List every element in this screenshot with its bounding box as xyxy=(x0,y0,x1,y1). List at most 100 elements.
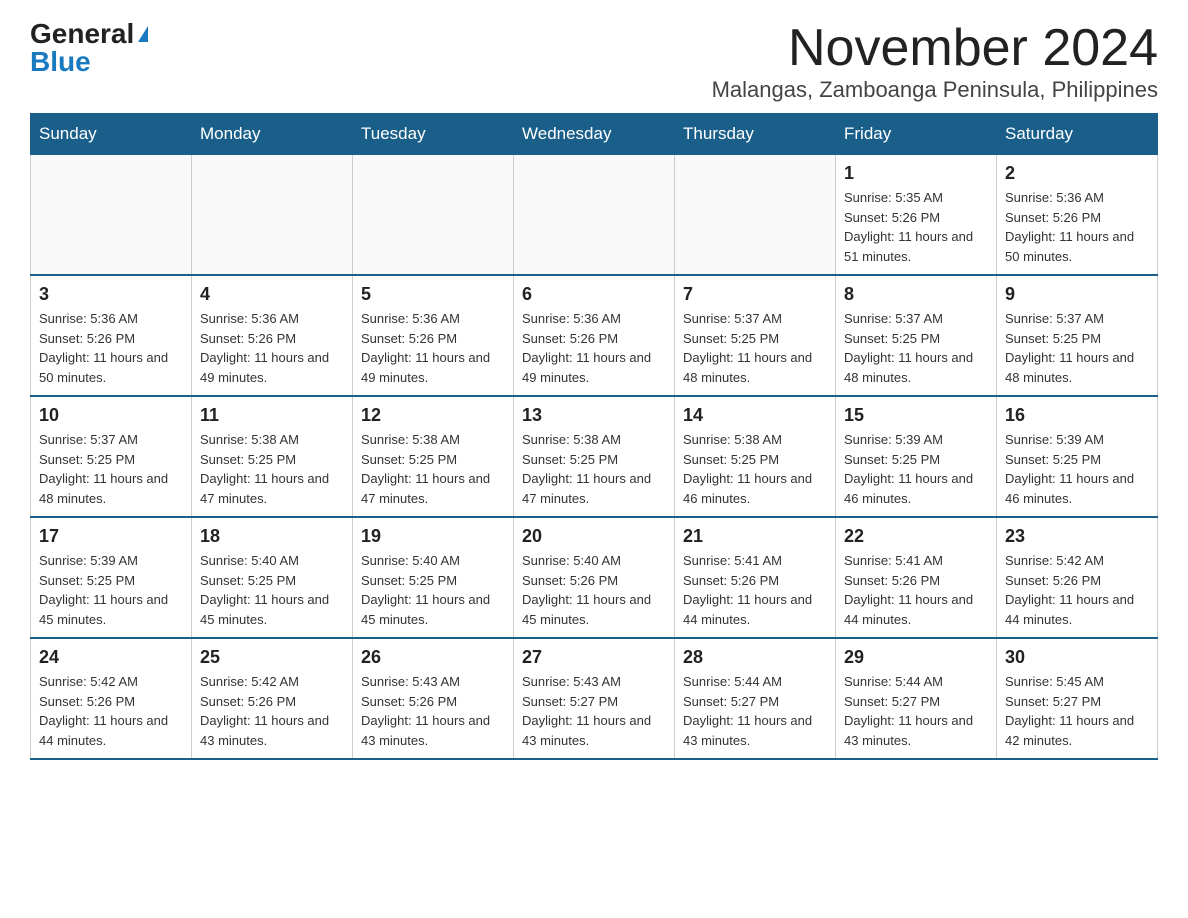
title-area: November 2024 Malangas, Zamboanga Penins… xyxy=(712,20,1158,103)
day-number: 8 xyxy=(844,284,988,305)
day-info: Sunrise: 5:45 AM Sunset: 5:27 PM Dayligh… xyxy=(1005,672,1149,750)
day-number: 24 xyxy=(39,647,183,668)
header-cell-monday: Monday xyxy=(192,114,353,155)
day-info: Sunrise: 5:35 AM Sunset: 5:26 PM Dayligh… xyxy=(844,188,988,266)
day-number: 9 xyxy=(1005,284,1149,305)
day-number: 10 xyxy=(39,405,183,426)
week-row-2: 10 Sunrise: 5:37 AM Sunset: 5:25 PM Dayli… xyxy=(31,396,1158,517)
calendar-table: SundayMondayTuesdayWednesdayThursdayFrid… xyxy=(30,113,1158,760)
day-cell: 9 Sunrise: 5:37 AM Sunset: 5:25 PM Daylig… xyxy=(997,275,1158,396)
day-number: 26 xyxy=(361,647,505,668)
day-cell: 12 Sunrise: 5:38 AM Sunset: 5:25 PM Dayli… xyxy=(353,396,514,517)
day-cell: 29Sunrise: 5:44 AM Sunset: 5:27 PM Dayli… xyxy=(836,638,997,759)
logo: General Blue xyxy=(30,20,148,76)
day-cell: 7 Sunrise: 5:37 AM Sunset: 5:25 PM Daylig… xyxy=(675,275,836,396)
day-info: Sunrise: 5:42 AM Sunset: 5:26 PM Dayligh… xyxy=(39,672,183,750)
day-number: 20 xyxy=(522,526,666,547)
week-row-4: 24 Sunrise: 5:42 AM Sunset: 5:26 PM Dayli… xyxy=(31,638,1158,759)
day-number: 16 xyxy=(1005,405,1149,426)
day-cell: 18 Sunrise: 5:40 AM Sunset: 5:25 PM Dayli… xyxy=(192,517,353,638)
day-number: 29 xyxy=(844,647,988,668)
day-number: 21 xyxy=(683,526,827,547)
day-info: Sunrise: 5:39 AM Sunset: 5:25 PM Dayligh… xyxy=(39,551,183,629)
day-info: Sunrise: 5:42 AM Sunset: 5:26 PM Dayligh… xyxy=(1005,551,1149,629)
day-info: Sunrise: 5:36 AM Sunset: 5:26 PM Dayligh… xyxy=(1005,188,1149,266)
day-cell: 8 Sunrise: 5:37 AM Sunset: 5:25 PM Daylig… xyxy=(836,275,997,396)
day-info: Sunrise: 5:44 AM Sunset: 5:27 PM Dayligh… xyxy=(683,672,827,750)
day-cell: 16Sunrise: 5:39 AM Sunset: 5:25 PM Dayli… xyxy=(997,396,1158,517)
day-number: 27 xyxy=(522,647,666,668)
day-number: 14 xyxy=(683,405,827,426)
day-number: 3 xyxy=(39,284,183,305)
day-info: Sunrise: 5:40 AM Sunset: 5:26 PM Dayligh… xyxy=(522,551,666,629)
day-number: 1 xyxy=(844,163,988,184)
day-cell: 21Sunrise: 5:41 AM Sunset: 5:26 PM Dayli… xyxy=(675,517,836,638)
day-cell: 2 Sunrise: 5:36 AM Sunset: 5:26 PM Daylig… xyxy=(997,155,1158,276)
day-cell: 28 Sunrise: 5:44 AM Sunset: 5:27 PM Dayli… xyxy=(675,638,836,759)
week-row-0: 1 Sunrise: 5:35 AM Sunset: 5:26 PM Daylig… xyxy=(31,155,1158,276)
day-number: 4 xyxy=(200,284,344,305)
week-row-1: 3 Sunrise: 5:36 AM Sunset: 5:26 PM Daylig… xyxy=(31,275,1158,396)
day-number: 6 xyxy=(522,284,666,305)
day-cell: 14Sunrise: 5:38 AM Sunset: 5:25 PM Dayli… xyxy=(675,396,836,517)
day-number: 23 xyxy=(1005,526,1149,547)
day-info: Sunrise: 5:36 AM Sunset: 5:26 PM Dayligh… xyxy=(522,309,666,387)
header-cell-tuesday: Tuesday xyxy=(353,114,514,155)
header-cell-sunday: Sunday xyxy=(31,114,192,155)
day-info: Sunrise: 5:41 AM Sunset: 5:26 PM Dayligh… xyxy=(844,551,988,629)
logo-blue-text: Blue xyxy=(30,48,91,76)
day-info: Sunrise: 5:36 AM Sunset: 5:26 PM Dayligh… xyxy=(39,309,183,387)
day-cell: 17 Sunrise: 5:39 AM Sunset: 5:25 PM Dayli… xyxy=(31,517,192,638)
day-number: 13 xyxy=(522,405,666,426)
day-number: 11 xyxy=(200,405,344,426)
calendar-body: 1 Sunrise: 5:35 AM Sunset: 5:26 PM Daylig… xyxy=(31,155,1158,760)
header-cell-wednesday: Wednesday xyxy=(514,114,675,155)
day-cell xyxy=(675,155,836,276)
day-number: 2 xyxy=(1005,163,1149,184)
day-cell xyxy=(192,155,353,276)
day-number: 28 xyxy=(683,647,827,668)
day-info: Sunrise: 5:37 AM Sunset: 5:25 PM Dayligh… xyxy=(39,430,183,508)
day-number: 25 xyxy=(200,647,344,668)
day-cell xyxy=(353,155,514,276)
day-number: 19 xyxy=(361,526,505,547)
day-cell: 11 Sunrise: 5:38 AM Sunset: 5:25 PM Dayli… xyxy=(192,396,353,517)
header-cell-friday: Friday xyxy=(836,114,997,155)
day-info: Sunrise: 5:37 AM Sunset: 5:25 PM Dayligh… xyxy=(1005,309,1149,387)
day-cell: 23 Sunrise: 5:42 AM Sunset: 5:26 PM Dayli… xyxy=(997,517,1158,638)
day-cell: 15 Sunrise: 5:39 AM Sunset: 5:25 PM Dayli… xyxy=(836,396,997,517)
header: General Blue November 2024 Malangas, Zam… xyxy=(30,20,1158,103)
day-number: 22 xyxy=(844,526,988,547)
calendar-header: SundayMondayTuesdayWednesdayThursdayFrid… xyxy=(31,114,1158,155)
day-cell: 5 Sunrise: 5:36 AM Sunset: 5:26 PM Daylig… xyxy=(353,275,514,396)
day-info: Sunrise: 5:39 AM Sunset: 5:25 PM Dayligh… xyxy=(844,430,988,508)
day-number: 18 xyxy=(200,526,344,547)
day-info: Sunrise: 5:37 AM Sunset: 5:25 PM Dayligh… xyxy=(844,309,988,387)
day-cell: 19 Sunrise: 5:40 AM Sunset: 5:25 PM Dayli… xyxy=(353,517,514,638)
day-number: 17 xyxy=(39,526,183,547)
day-cell xyxy=(31,155,192,276)
header-cell-thursday: Thursday xyxy=(675,114,836,155)
day-cell: 30 Sunrise: 5:45 AM Sunset: 5:27 PM Dayli… xyxy=(997,638,1158,759)
day-cell: 13Sunrise: 5:38 AM Sunset: 5:25 PM Dayli… xyxy=(514,396,675,517)
header-row: SundayMondayTuesdayWednesdayThursdayFrid… xyxy=(31,114,1158,155)
day-cell: 1 Sunrise: 5:35 AM Sunset: 5:26 PM Daylig… xyxy=(836,155,997,276)
day-cell xyxy=(514,155,675,276)
day-cell: 4Sunrise: 5:36 AM Sunset: 5:26 PM Daylig… xyxy=(192,275,353,396)
day-info: Sunrise: 5:38 AM Sunset: 5:25 PM Dayligh… xyxy=(200,430,344,508)
day-number: 30 xyxy=(1005,647,1149,668)
page-subtitle: Malangas, Zamboanga Peninsula, Philippin… xyxy=(712,77,1158,103)
header-cell-saturday: Saturday xyxy=(997,114,1158,155)
day-cell: 6 Sunrise: 5:36 AM Sunset: 5:26 PM Daylig… xyxy=(514,275,675,396)
day-info: Sunrise: 5:40 AM Sunset: 5:25 PM Dayligh… xyxy=(361,551,505,629)
day-info: Sunrise: 5:40 AM Sunset: 5:25 PM Dayligh… xyxy=(200,551,344,629)
day-cell: 10 Sunrise: 5:37 AM Sunset: 5:25 PM Dayli… xyxy=(31,396,192,517)
day-number: 5 xyxy=(361,284,505,305)
day-number: 12 xyxy=(361,405,505,426)
day-number: 7 xyxy=(683,284,827,305)
day-number: 15 xyxy=(844,405,988,426)
day-info: Sunrise: 5:43 AM Sunset: 5:26 PM Dayligh… xyxy=(361,672,505,750)
day-info: Sunrise: 5:37 AM Sunset: 5:25 PM Dayligh… xyxy=(683,309,827,387)
day-info: Sunrise: 5:38 AM Sunset: 5:25 PM Dayligh… xyxy=(361,430,505,508)
day-info: Sunrise: 5:36 AM Sunset: 5:26 PM Dayligh… xyxy=(361,309,505,387)
